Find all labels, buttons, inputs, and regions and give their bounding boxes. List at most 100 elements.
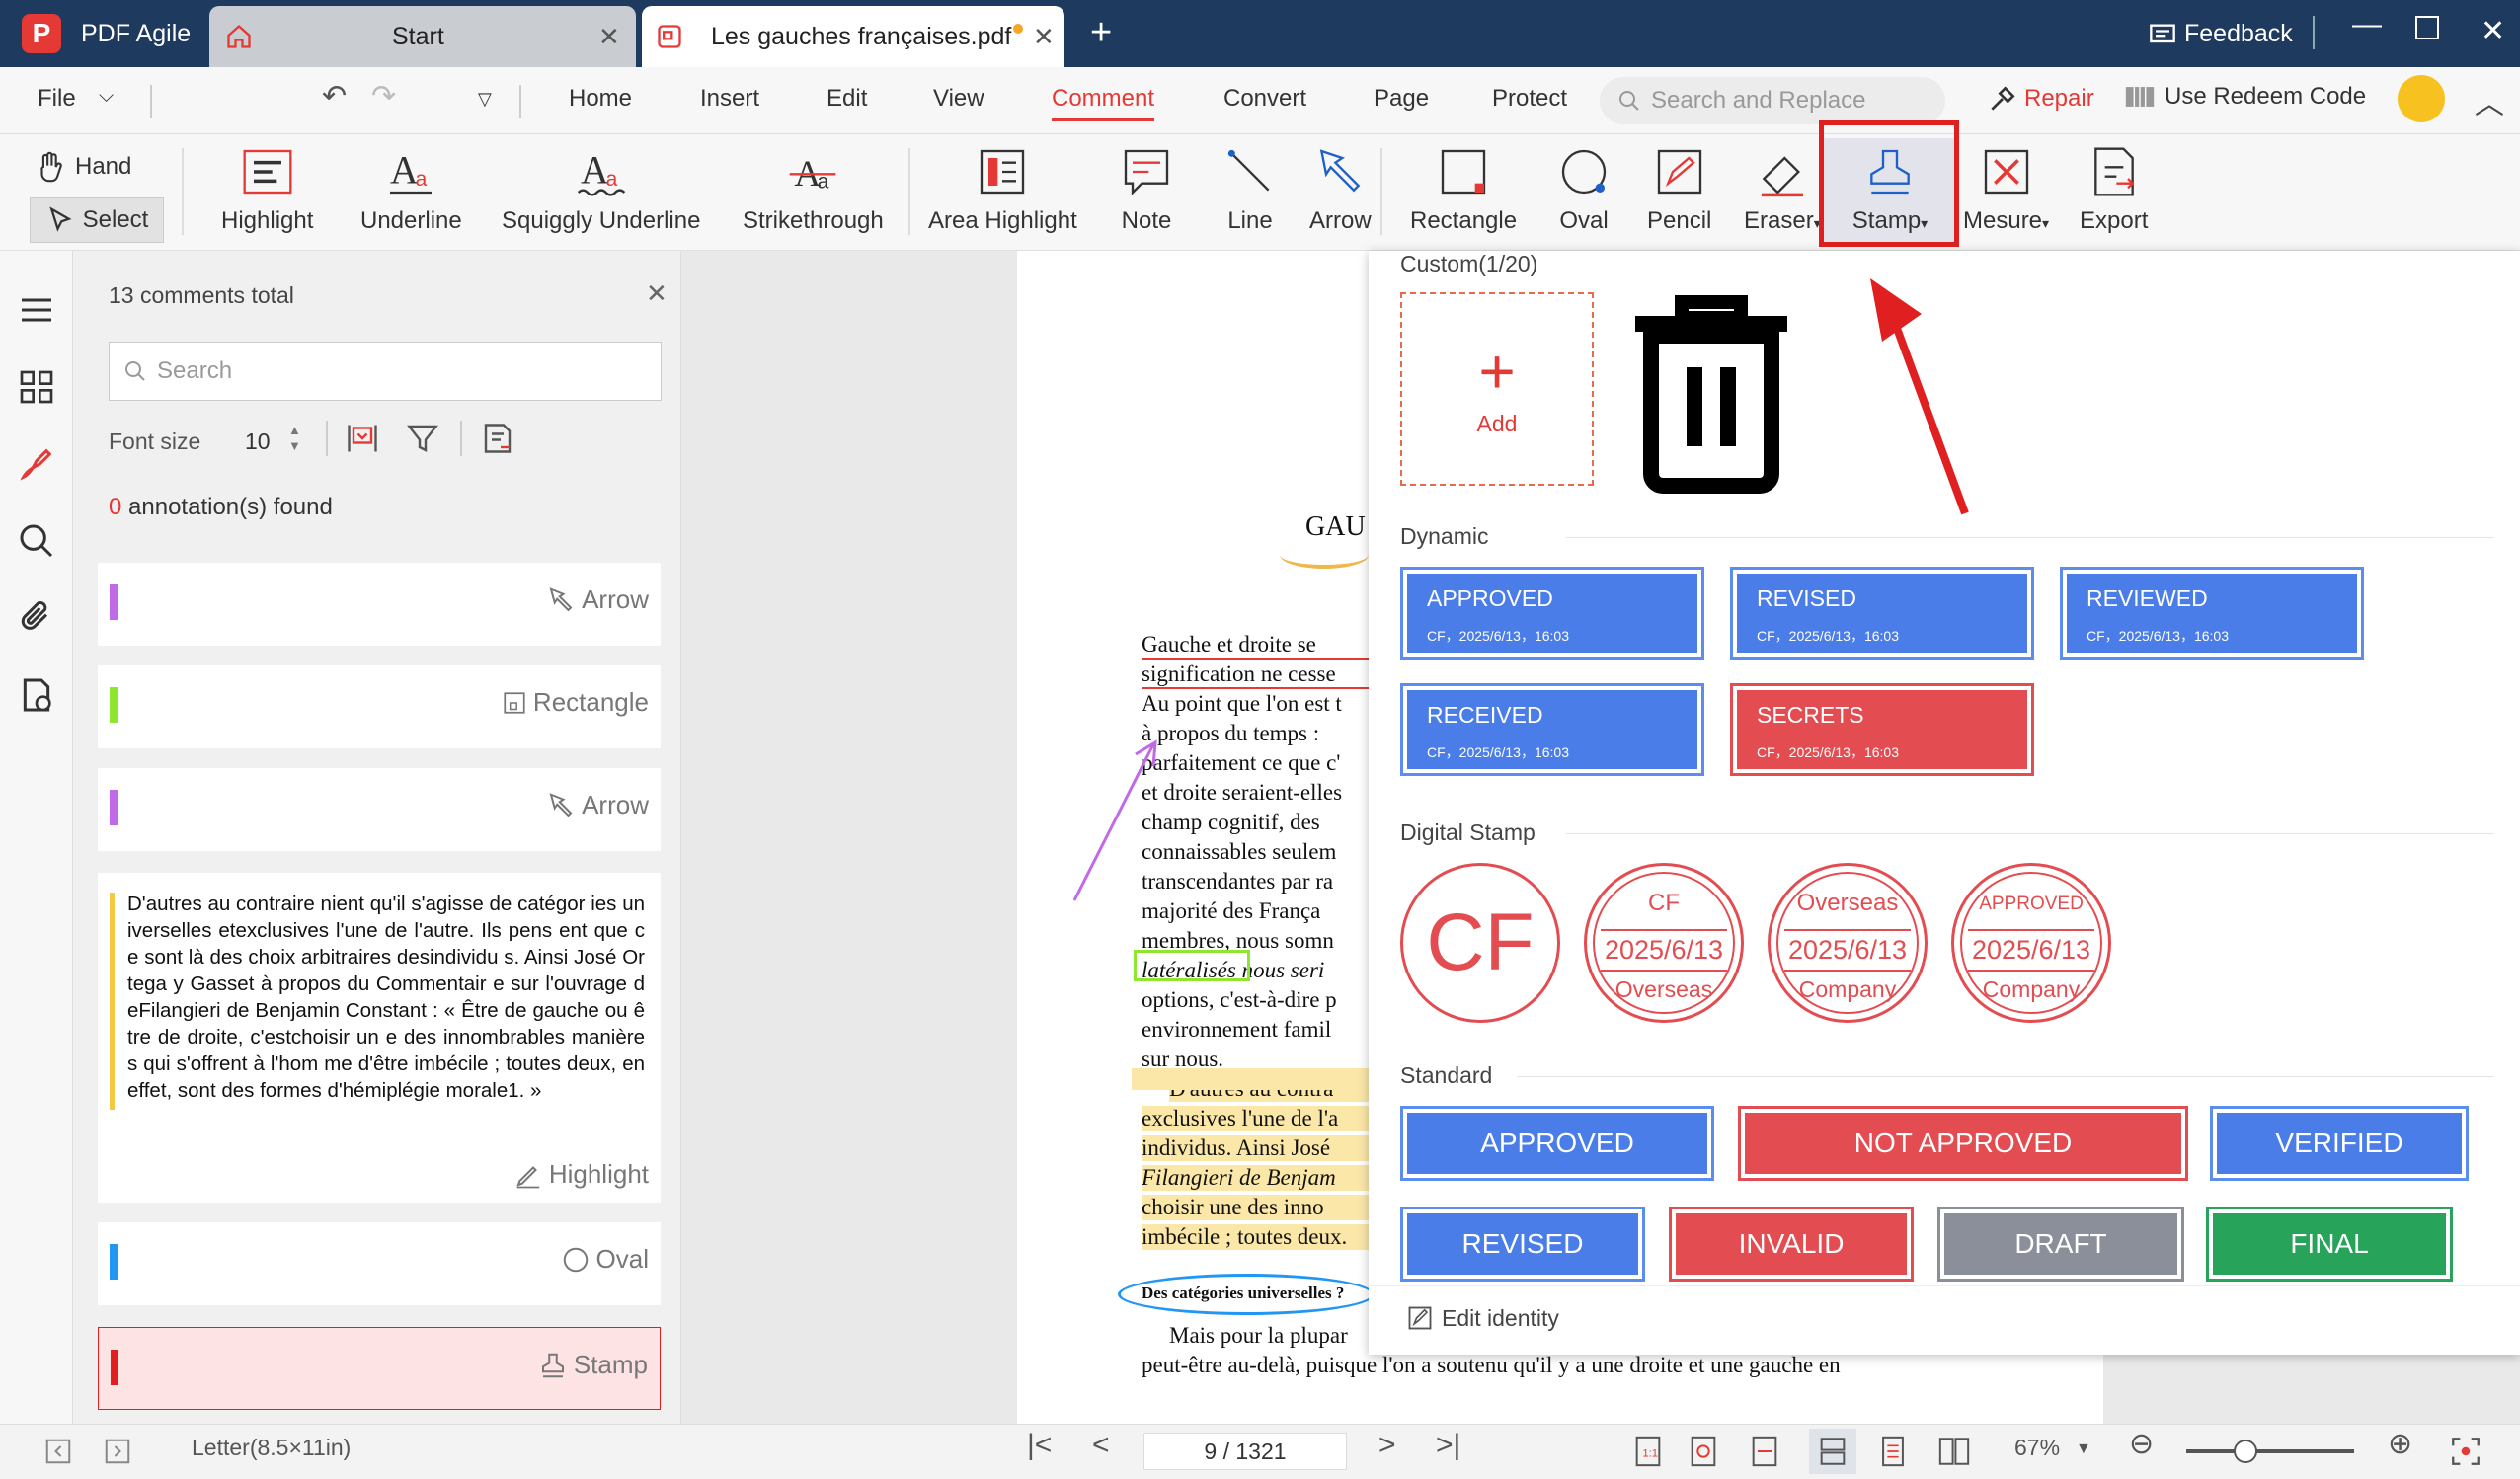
highlight-tool[interactable]: Highlight bbox=[221, 144, 313, 235]
zoom-in-icon[interactable]: ⊕ bbox=[2388, 1427, 2412, 1461]
menu-insert[interactable]: Insert bbox=[700, 85, 759, 113]
expand-collapse-icon[interactable] bbox=[344, 421, 381, 456]
comment-card-selected[interactable]: Stamp bbox=[98, 1327, 661, 1410]
dynamic-stamp-secrets[interactable]: SECRETS CF，2025/6/13，16:03 bbox=[1730, 683, 2034, 776]
comment-card[interactable]: D'autres au contraire nient qu'il s'agis… bbox=[98, 873, 661, 1203]
zoom-slider-handle[interactable] bbox=[2234, 1440, 2257, 1463]
menu-home[interactable]: Home bbox=[569, 85, 632, 113]
dynamic-stamp-revised[interactable]: REVISED CF，2025/6/13，16:03 bbox=[1730, 567, 2034, 660]
rectangle-tool[interactable]: Rectangle bbox=[1410, 144, 1517, 235]
collapse-ribbon-icon[interactable]: ︿ bbox=[2475, 79, 2504, 122]
standard-stamp-verified[interactable]: VERIFIED bbox=[2210, 1106, 2469, 1181]
close-icon[interactable]: ✕ bbox=[1033, 22, 1055, 52]
measure-tool[interactable]: Mesure▾ bbox=[1963, 144, 2049, 235]
area-highlight-tool[interactable]: Area Highlight bbox=[928, 144, 1077, 235]
menu-icon[interactable] bbox=[17, 290, 56, 330]
fullscreen-icon[interactable] bbox=[2449, 1435, 2482, 1468]
zoom-slider[interactable] bbox=[2186, 1449, 2354, 1453]
standard-stamp-final[interactable]: FINAL bbox=[2206, 1207, 2453, 1282]
page-number-input[interactable]: 9 / 1321 bbox=[1143, 1433, 1347, 1470]
menu-convert[interactable]: Convert bbox=[1223, 85, 1306, 113]
pencil-tool[interactable]: Pencil bbox=[1647, 144, 1711, 235]
restore-icon[interactable] bbox=[2415, 16, 2439, 39]
expand-right-icon[interactable] bbox=[103, 1437, 132, 1466]
next-page-icon[interactable]: > bbox=[1378, 1429, 1396, 1462]
collapse-left-icon[interactable] bbox=[43, 1437, 73, 1466]
last-page-icon[interactable]: >| bbox=[1436, 1429, 1460, 1462]
menu-edit[interactable]: Edit bbox=[827, 85, 867, 113]
comment-card[interactable]: Arrow bbox=[98, 563, 661, 646]
underline-tool[interactable]: Aa Underline bbox=[360, 144, 462, 235]
chevron-down-icon[interactable]: ⌵ bbox=[99, 85, 114, 108]
strikethrough-tool[interactable]: Aa Strikethrough bbox=[743, 144, 884, 235]
standard-stamp-invalid[interactable]: INVALID bbox=[1669, 1207, 1914, 1282]
actual-size-icon[interactable]: 1:1 bbox=[1631, 1435, 1665, 1468]
note-tool[interactable]: Note bbox=[1119, 144, 1174, 235]
line-tool[interactable]: Line bbox=[1222, 144, 1278, 235]
font-size-stepper[interactable]: ▲ ▼ bbox=[288, 423, 301, 454]
attachment-icon[interactable] bbox=[17, 598, 56, 638]
prev-page-icon[interactable]: < bbox=[1092, 1429, 1110, 1462]
close-window-icon[interactable]: ✕ bbox=[2481, 14, 2505, 48]
menu-comment[interactable]: Comment bbox=[1052, 85, 1155, 121]
export-comments-icon[interactable] bbox=[480, 421, 515, 456]
close-icon[interactable]: ✕ bbox=[598, 22, 620, 52]
comment-search-input[interactable]: Search bbox=[109, 342, 662, 401]
eraser-tool[interactable]: Eraser▾ bbox=[1744, 144, 1821, 235]
feedback-button[interactable]: Feedback bbox=[2149, 20, 2293, 48]
search-replace-field[interactable]: Search and Replace bbox=[1600, 77, 1945, 124]
menu-view[interactable]: View bbox=[933, 85, 984, 113]
zoom-out-icon[interactable]: ⊖ bbox=[2129, 1427, 2154, 1461]
select-tool[interactable]: Select bbox=[30, 197, 164, 243]
thumbnails-icon[interactable] bbox=[17, 367, 56, 407]
standard-stamp-not-approved[interactable]: NOT APPROVED bbox=[1738, 1106, 2188, 1181]
two-page-icon[interactable] bbox=[1937, 1435, 1971, 1468]
comment-card[interactable]: Arrow bbox=[98, 768, 661, 851]
zoom-level[interactable]: 67% bbox=[2014, 1435, 2060, 1461]
comment-card[interactable]: Rectangle bbox=[98, 665, 661, 748]
avatar[interactable] bbox=[2398, 75, 2445, 122]
tab-document[interactable]: Les gauches françaises.pdf ✕ bbox=[642, 6, 1064, 67]
comment-card[interactable]: Oval bbox=[98, 1222, 661, 1305]
dynamic-stamp-reviewed[interactable]: REVIEWED CF，2025/6/13，16:03 bbox=[2060, 567, 2364, 660]
arrow-tool[interactable]: Arrow bbox=[1309, 144, 1372, 235]
close-panel-icon[interactable]: ✕ bbox=[646, 278, 668, 309]
digital-stamp-company[interactable]: Overseas 2025/6/13 Company bbox=[1768, 863, 1928, 1023]
customize-dropdown-icon[interactable]: ▽ bbox=[478, 89, 492, 110]
digital-stamp-overseas[interactable]: CF 2025/6/13 Overseas bbox=[1584, 863, 1744, 1023]
oval-tool[interactable]: Oval bbox=[1556, 144, 1612, 235]
minimize-icon[interactable]: — bbox=[2352, 8, 2382, 41]
redo-icon[interactable]: ↷ bbox=[371, 79, 396, 114]
menu-page[interactable]: Page bbox=[1374, 85, 1429, 113]
file-menu[interactable]: File bbox=[38, 85, 76, 113]
comments-pen-icon[interactable] bbox=[17, 444, 56, 484]
filter-icon[interactable] bbox=[405, 421, 440, 456]
dynamic-stamp-received[interactable]: RECEIVED CF，2025/6/13，16:03 bbox=[1400, 683, 1704, 776]
font-size-value[interactable]: 10 bbox=[245, 428, 271, 455]
first-page-icon[interactable]: |< bbox=[1027, 1429, 1052, 1462]
tab-start[interactable]: Start ✕ bbox=[209, 6, 636, 67]
standard-stamp-draft[interactable]: DRAFT bbox=[1937, 1207, 2184, 1282]
new-tab-icon[interactable]: + bbox=[1090, 12, 1112, 54]
standard-stamp-revised[interactable]: REVISED bbox=[1400, 1207, 1645, 1282]
fit-page-icon[interactable] bbox=[1687, 1435, 1720, 1468]
menu-protect[interactable]: Protect bbox=[1492, 85, 1567, 113]
hand-tool[interactable]: Hand bbox=[34, 150, 131, 184]
trash-icon[interactable] bbox=[1627, 290, 1795, 498]
continuous-view-button[interactable] bbox=[1809, 1429, 1856, 1474]
add-custom-stamp-button[interactable]: + Add bbox=[1400, 292, 1594, 486]
dynamic-stamp-approved[interactable]: APPROVED CF，2025/6/13，16:03 bbox=[1400, 567, 1704, 660]
squiggly-underline-tool[interactable]: Aa Squiggly Underline bbox=[502, 144, 700, 235]
zoom-dropdown-icon[interactable]: ▼ bbox=[2076, 1440, 2091, 1458]
repair-button[interactable]: Repair bbox=[1987, 83, 2094, 115]
digital-stamp-cf[interactable]: CF bbox=[1400, 863, 1560, 1023]
single-page-icon[interactable] bbox=[1876, 1435, 1910, 1468]
document-history-icon[interactable] bbox=[17, 675, 56, 715]
fit-width-icon[interactable] bbox=[1748, 1435, 1781, 1468]
export-tool[interactable]: Export bbox=[2080, 144, 2148, 235]
standard-stamp-approved[interactable]: APPROVED bbox=[1400, 1106, 1714, 1181]
redeem-button[interactable]: Use Redeem Code bbox=[2123, 83, 2366, 111]
digital-stamp-approved[interactable]: APPROVED 2025/6/13 Company bbox=[1951, 863, 2111, 1023]
search-icon[interactable] bbox=[17, 521, 56, 561]
undo-icon[interactable]: ↶ bbox=[322, 79, 347, 114]
